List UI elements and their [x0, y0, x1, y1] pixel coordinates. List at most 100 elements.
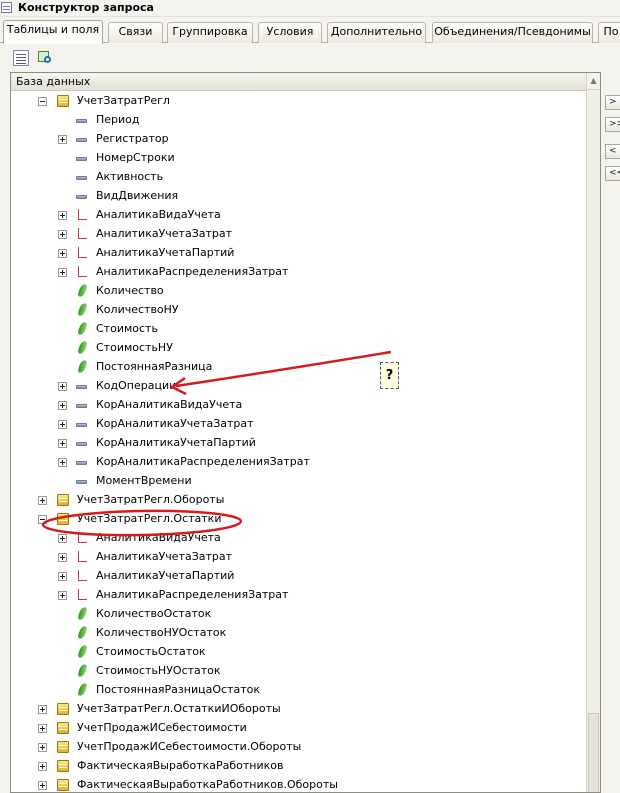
expand-icon[interactable] — [38, 781, 47, 790]
resource-icon — [77, 283, 88, 298]
resource-icon — [77, 321, 88, 336]
tree-row[interactable]: ФактическаяВыработкаРаботников — [11, 757, 587, 776]
add-all-fields-button[interactable]: >> — [605, 117, 620, 132]
tree-row[interactable]: НомерСтроки — [11, 149, 587, 168]
tab-unions-aliases[interactable]: Объединения/Псевдонимы — [432, 22, 593, 43]
tree-item-label: КоличествоНУОстаток — [96, 626, 227, 639]
expand-icon[interactable] — [58, 249, 67, 258]
tree-row[interactable]: АналитикаРаспределенияЗатрат — [11, 586, 587, 605]
tree-item-label: ФактическаяВыработкаРаботников — [77, 759, 284, 772]
tab-order[interactable]: По — [598, 22, 620, 43]
vertical-scrollbar[interactable]: ▲ — [586, 73, 600, 792]
table-icon — [57, 95, 69, 107]
remove-field-button[interactable]: < — [605, 144, 620, 159]
expand-icon[interactable] — [58, 572, 67, 581]
tab-conditions[interactable]: Условия — [258, 22, 322, 43]
scroll-up-icon[interactable]: ▲ — [587, 73, 600, 90]
table-icon — [57, 494, 69, 506]
expand-icon[interactable] — [58, 534, 67, 543]
tree-item-label: АналитикаРаспределенияЗатрат — [96, 265, 289, 278]
tab-additional[interactable]: Дополнительно — [327, 22, 426, 43]
expand-icon[interactable] — [58, 211, 67, 220]
expand-icon[interactable] — [58, 553, 67, 562]
panel-header: База данных — [11, 73, 587, 91]
collapse-icon[interactable] — [38, 97, 47, 106]
tab-tables-and-fields[interactable]: Таблицы и поля — [3, 20, 103, 44]
tree-row[interactable]: МоментВремени — [11, 472, 587, 491]
tree-row[interactable]: Активность — [11, 168, 587, 187]
tree-row[interactable]: КорАналитикаУчетаЗатрат — [11, 415, 587, 434]
tree-item-label: СтоимостьНУОстаток — [96, 664, 221, 677]
tree-row[interactable]: УчетПродажИСебестоимости.Обороты — [11, 738, 587, 757]
tree-row[interactable]: УчетЗатратРегл — [11, 92, 587, 111]
expand-icon[interactable] — [58, 458, 67, 467]
collapse-icon[interactable] — [38, 515, 47, 524]
tree-row[interactable]: ФактическаяВыработкаРаботников.Обороты — [11, 776, 587, 792]
expand-icon[interactable] — [58, 420, 67, 429]
tree-row[interactable]: АналитикаУчетаЗатрат — [11, 548, 587, 567]
tree-row[interactable]: УчетЗатратРегл.Остатки — [11, 510, 587, 529]
tab-strip: Таблицы и поля Связи Группировка Условия… — [0, 20, 620, 44]
expand-icon[interactable] — [58, 268, 67, 277]
tree-row[interactable]: КоличествоОстаток — [11, 605, 587, 624]
tree-row[interactable]: КоличествоНУ — [11, 301, 587, 320]
expand-icon[interactable] — [38, 496, 47, 505]
table-icon — [57, 703, 69, 715]
tree-row[interactable]: ВидДвижения — [11, 187, 587, 206]
tree-row[interactable]: УчетЗатратРегл.ОстаткиИОбороты — [11, 700, 587, 719]
tab-grouping[interactable]: Группировка — [167, 22, 253, 43]
tree-item-label: Период — [96, 113, 140, 126]
expand-icon[interactable] — [58, 230, 67, 239]
tree-row[interactable]: КодОперации — [11, 377, 587, 396]
tree-row[interactable]: Регистратор — [11, 130, 587, 149]
tree-item-label: КорАналитикаУчетаЗатрат — [96, 417, 254, 430]
expand-icon[interactable] — [38, 724, 47, 733]
expand-icon[interactable] — [58, 439, 67, 448]
resource-icon — [77, 682, 88, 697]
tree-row[interactable]: СтоимостьНУ — [11, 339, 587, 358]
table-icon — [57, 722, 69, 734]
tree-row[interactable]: КоличествоНУОстаток — [11, 624, 587, 643]
expand-icon[interactable] — [58, 135, 67, 144]
tree-item-label: Количество — [96, 284, 164, 297]
tree-row[interactable]: АналитикаУчетаЗатрат — [11, 225, 587, 244]
tree-row[interactable]: КорАналитикаРаспределенияЗатрат — [11, 453, 587, 472]
tree-row[interactable]: АналитикаРаспределенияЗатрат — [11, 263, 587, 282]
tab-links[interactable]: Связи — [108, 22, 163, 43]
expand-icon[interactable] — [58, 401, 67, 410]
add-field-button[interactable]: > — [605, 95, 620, 110]
remove-all-fields-button[interactable]: << — [605, 166, 620, 181]
tree-row[interactable]: ПостояннаяРазницаОстаток — [11, 681, 587, 700]
tree-row[interactable]: СтоимостьНУОстаток — [11, 662, 587, 681]
database-tree-panel: База данных УчетЗатратРегл Период Регистра… — [10, 72, 601, 793]
tree-row[interactable]: КорАналитикаВидаУчета — [11, 396, 587, 415]
tree-row[interactable]: АналитикаУчетаПартий — [11, 567, 587, 586]
expand-icon[interactable] — [38, 762, 47, 771]
expand-icon[interactable] — [38, 743, 47, 752]
tree-item-label: КоличествоОстаток — [96, 607, 212, 620]
tree-row[interactable]: АналитикаУчетаПартий — [11, 244, 587, 263]
attribute-icon — [76, 442, 87, 446]
tree-row[interactable]: КорАналитикаУчетаПартий — [11, 434, 587, 453]
tree-row[interactable]: АналитикаВидаУчета — [11, 206, 587, 225]
tree-row[interactable]: ПостояннаяРазница — [11, 358, 587, 377]
tree-row[interactable]: Период — [11, 111, 587, 130]
dimension-icon — [76, 551, 88, 563]
resource-icon — [77, 644, 88, 659]
list-icon[interactable] — [13, 50, 29, 66]
tree-row[interactable]: АналитикаВидаУчета — [11, 529, 587, 548]
tree-row[interactable]: УчетЗатратРегл.Обороты — [11, 491, 587, 510]
expand-icon[interactable] — [38, 705, 47, 714]
tree-item-label: Регистратор — [96, 132, 169, 145]
resource-icon — [77, 340, 88, 355]
tree-row[interactable]: УчетПродажИСебестоимости — [11, 719, 587, 738]
tree-row[interactable]: СтоимостьОстаток — [11, 643, 587, 662]
tree-row[interactable]: Стоимость — [11, 320, 587, 339]
tree-item-label: АналитикаВидаУчета — [96, 531, 221, 544]
query-wizard-icon[interactable] — [37, 50, 53, 66]
expand-icon[interactable] — [58, 591, 67, 600]
expand-icon[interactable] — [58, 382, 67, 391]
tree-row[interactable]: Количество — [11, 282, 587, 301]
tree-item-label: КоличествоНУ — [96, 303, 179, 316]
scrollbar-thumb[interactable] — [588, 713, 599, 792]
